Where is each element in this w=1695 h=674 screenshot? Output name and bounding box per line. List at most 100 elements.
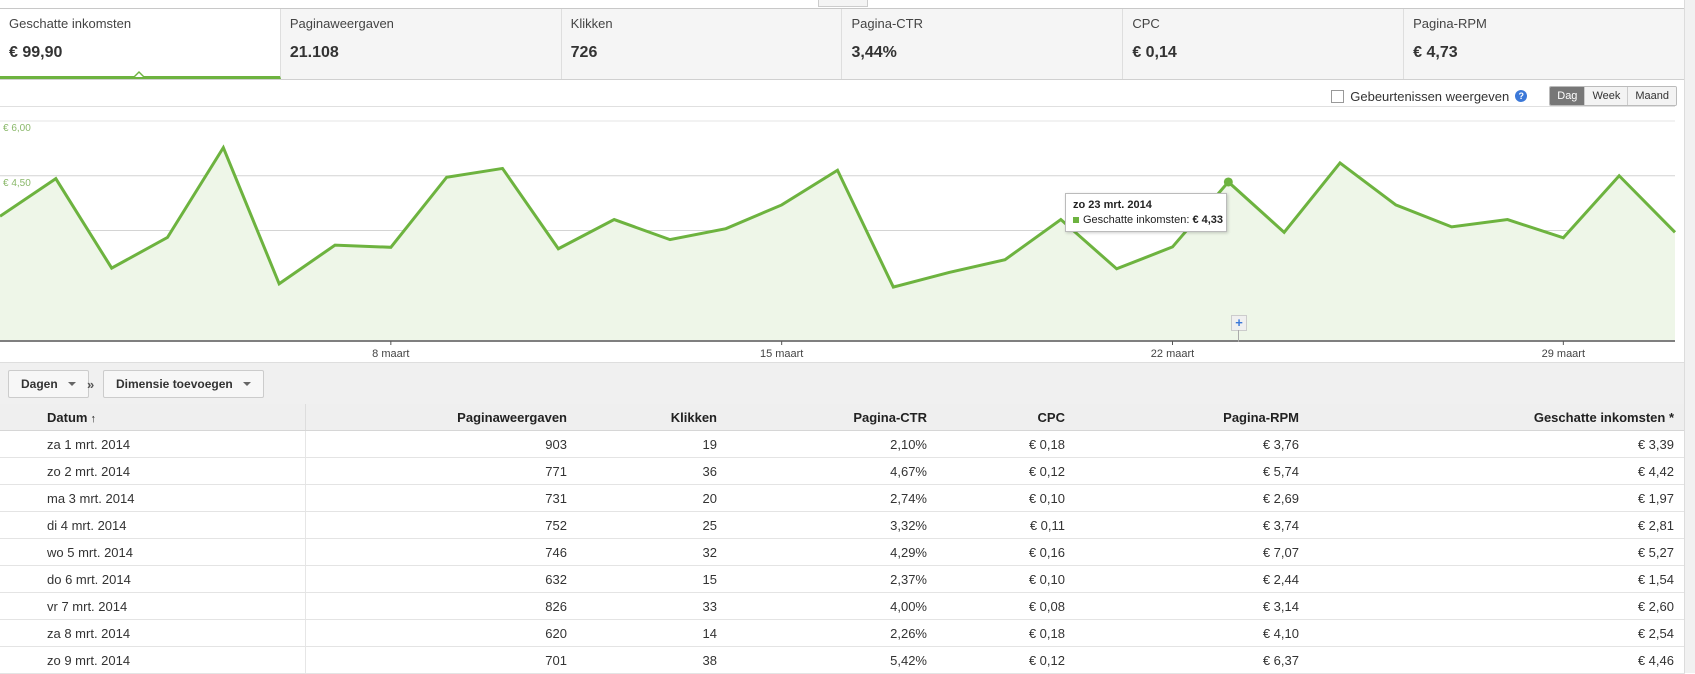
table-cell: 38 bbox=[578, 646, 728, 674]
earnings-chart[interactable]: € 1,50€ 3,00€ 4,50€ 6,008 maart15 maart2… bbox=[0, 106, 1685, 361]
x-tick-label: 22 maart bbox=[1151, 348, 1194, 360]
scorecard-value: 3,44% bbox=[851, 44, 897, 61]
table-cell: € 2,60 bbox=[1310, 592, 1685, 620]
add-annotation-icon[interactable]: + bbox=[1231, 315, 1247, 331]
y-tick-label: € 6,00 bbox=[3, 123, 31, 134]
x-tick-label: 15 maart bbox=[760, 348, 803, 360]
help-icon[interactable]: ? bbox=[1515, 90, 1528, 102]
table-cell: 2,74% bbox=[728, 484, 938, 512]
add-dimension-dropdown[interactable]: Dimensie toevoegen bbox=[103, 370, 264, 398]
table-cell: € 2,81 bbox=[1310, 511, 1685, 539]
table-cell: € 3,14 bbox=[1076, 592, 1310, 620]
table-cell: € 2,54 bbox=[1310, 619, 1685, 647]
chevron-down-icon bbox=[242, 382, 251, 386]
table-cell: 4,29% bbox=[728, 538, 938, 566]
active-indicator-icon bbox=[133, 71, 145, 77]
granularity-month-button[interactable]: Maand bbox=[1627, 87, 1676, 105]
table-cell: € 0,10 bbox=[938, 565, 1076, 593]
table-cell: 32 bbox=[578, 538, 728, 566]
column-header-page-ctr[interactable]: Pagina-CTR bbox=[728, 404, 938, 431]
scorecard-value: € 4,73 bbox=[1413, 44, 1458, 61]
dropdown-label: Dagen bbox=[21, 377, 58, 391]
table-cell: wo 5 mrt. 2014 bbox=[0, 538, 306, 566]
table-cell: € 4,10 bbox=[1076, 619, 1310, 647]
table-cell: € 1,97 bbox=[1310, 484, 1685, 512]
column-header-clicks[interactable]: Klikken bbox=[578, 404, 728, 431]
table-row: do 6 mrt. 2014 632 15 2,37% € 0,10 € 2,44 € 1,… bbox=[0, 565, 1685, 593]
scorecard-page-rpm[interactable]: Pagina-RPM € 4,73 bbox=[1404, 9, 1685, 79]
table-cell: 826 bbox=[305, 592, 578, 620]
granularity-week-button[interactable]: Week bbox=[1584, 87, 1628, 105]
tooltip-value: € 4,33 bbox=[1192, 214, 1224, 226]
table-row: di 4 mrt. 2014 752 25 3,32% € 0,11 € 3,74 € 2,… bbox=[0, 511, 1685, 539]
scorecard-page-views[interactable]: Paginaweergaven 21.108 bbox=[281, 9, 562, 79]
chevron-down-icon bbox=[67, 382, 76, 386]
scorecard-page-ctr[interactable]: Pagina-CTR 3,44% bbox=[842, 9, 1124, 79]
table-cell: za 1 mrt. 2014 bbox=[0, 430, 306, 458]
table-row: zo 9 mrt. 2014 701 38 5,42% € 0,12 € 6,37 € 4,… bbox=[0, 646, 1685, 674]
events-label: Gebeurtenissen weergeven bbox=[1350, 88, 1510, 104]
table-cell: 771 bbox=[305, 457, 578, 485]
table-row: za 1 mrt. 2014 903 19 2,10% € 0,18 € 3,76 € 3,… bbox=[0, 430, 1685, 458]
column-header-page-views[interactable]: Paginaweergaven bbox=[305, 404, 578, 431]
table-cell: zo 2 mrt. 2014 bbox=[0, 457, 306, 485]
tooltip-line: Geschatte inkomsten: € 4,33 bbox=[1073, 214, 1223, 226]
table-cell: 36 bbox=[578, 457, 728, 485]
table-cell: 19 bbox=[578, 430, 728, 458]
table-cell: € 0,18 bbox=[938, 619, 1076, 647]
table-row: vr 7 mrt. 2014 826 33 4,00% € 0,08 € 3,14 € 2,… bbox=[0, 592, 1685, 620]
column-header-date[interactable]: Datum ↑ bbox=[0, 404, 306, 431]
granularity-day-button[interactable]: Dag bbox=[1550, 87, 1585, 105]
table-row: za 8 mrt. 2014 620 14 2,26% € 0,18 € 4,10 € 2,… bbox=[0, 619, 1685, 647]
data-point bbox=[1223, 177, 1233, 187]
scorecard-label: Klikken bbox=[570, 16, 613, 31]
table-cell: 2,10% bbox=[728, 430, 938, 458]
chart-tooltip: zo 23 mrt. 2014 Geschatte inkomsten: € 4… bbox=[1065, 193, 1227, 232]
table-header-row: Datum ↑ Paginaweergaven Klikken Pagina-CT… bbox=[0, 404, 1685, 431]
top-bar bbox=[0, 0, 1685, 9]
scorecard-estimated-earnings[interactable]: Geschatte inkomsten € 99,90 bbox=[0, 9, 281, 79]
table-cell: 620 bbox=[305, 619, 578, 647]
table-cell: € 6,37 bbox=[1076, 646, 1310, 674]
column-header-page-rpm[interactable]: Pagina-RPM bbox=[1076, 404, 1310, 431]
table-cell: € 5,74 bbox=[1076, 457, 1310, 485]
table-cell: 3,32% bbox=[728, 511, 938, 539]
x-tick-label: 8 maart bbox=[372, 348, 409, 360]
scrollbar[interactable] bbox=[1684, 0, 1695, 673]
primary-dimension-dropdown[interactable]: Dagen bbox=[8, 370, 89, 398]
table-cell: € 0,18 bbox=[938, 430, 1076, 458]
collapse-handle[interactable] bbox=[818, 0, 868, 7]
scorecard-value: € 0,14 bbox=[1132, 44, 1177, 61]
table-cell: € 2,44 bbox=[1076, 565, 1310, 593]
table-cell: € 3,74 bbox=[1076, 511, 1310, 539]
table-cell: 25 bbox=[578, 511, 728, 539]
scorecard-label: Pagina-CTR bbox=[851, 16, 924, 31]
dimension-separator: » bbox=[87, 377, 95, 392]
table-cell: 4,67% bbox=[728, 457, 938, 485]
table-cell: € 3,39 bbox=[1310, 430, 1685, 458]
scorecard-clicks[interactable]: Klikken 726 bbox=[562, 9, 843, 79]
column-header-label: Datum bbox=[47, 409, 88, 425]
table-cell: vr 7 mrt. 2014 bbox=[0, 592, 306, 620]
events-checkbox[interactable] bbox=[1331, 89, 1345, 103]
table-cell: € 5,27 bbox=[1310, 538, 1685, 566]
column-header-cpc[interactable]: CPC bbox=[938, 404, 1076, 431]
scorecard-value: € 99,90 bbox=[9, 44, 63, 61]
column-header-estimated-earnings[interactable]: Geschatte inkomsten * bbox=[1310, 404, 1685, 431]
table-cell: ma 3 mrt. 2014 bbox=[0, 484, 306, 512]
table-cell: 746 bbox=[305, 538, 578, 566]
table-cell: 632 bbox=[305, 565, 578, 593]
table-cell: 20 bbox=[578, 484, 728, 512]
table-cell: € 0,16 bbox=[938, 538, 1076, 566]
dimension-bar: Dagen » Dimensie toevoegen bbox=[0, 362, 1685, 405]
table-cell: 33 bbox=[578, 592, 728, 620]
scorecard-cpc[interactable]: CPC € 0,14 bbox=[1123, 9, 1405, 79]
table-cell: 903 bbox=[305, 430, 578, 458]
scorecard-value: 726 bbox=[570, 44, 598, 61]
series-swatch-icon bbox=[1073, 217, 1079, 223]
scorecard-label: Pagina-RPM bbox=[1413, 16, 1487, 31]
granularity-toggle: Dag Week Maand bbox=[1549, 86, 1677, 106]
table-cell: € 0,12 bbox=[938, 457, 1076, 485]
tooltip-title: zo 23 mrt. 2014 bbox=[1073, 199, 1152, 211]
scorecard-label: CPC bbox=[1132, 16, 1160, 31]
